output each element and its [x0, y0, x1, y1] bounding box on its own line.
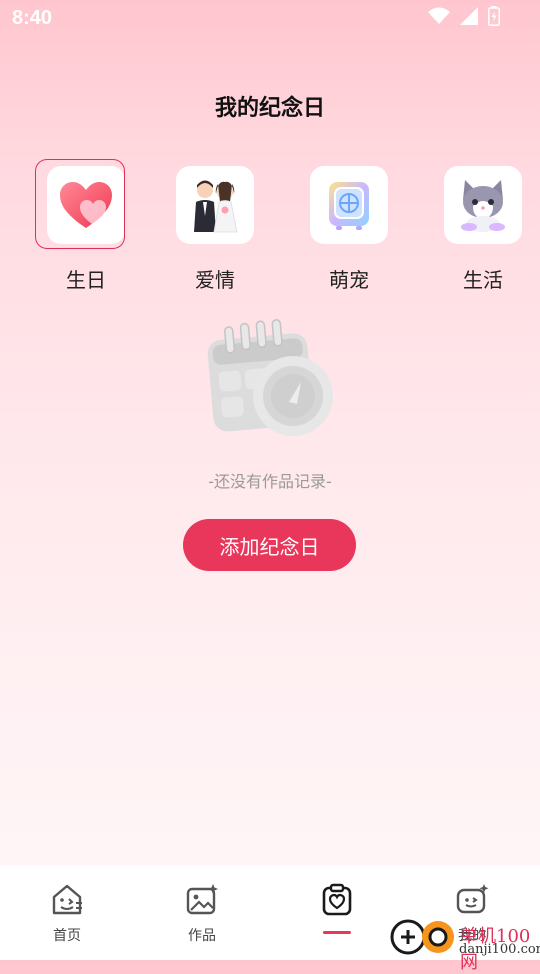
- category-icon-box: [310, 166, 388, 244]
- home-face-icon: [52, 884, 82, 915]
- tab-label: 作品: [188, 928, 216, 944]
- profile-face-icon: [456, 884, 489, 914]
- status-time: 8:40: [12, 7, 53, 29]
- active-tab-indicator: [323, 931, 351, 934]
- calendar-empty-icon: [207, 319, 333, 436]
- wedding-couple-icon: [194, 180, 238, 233]
- tab-home[interactable]: 首页: [17, 883, 117, 945]
- signal-icon: [460, 7, 478, 25]
- tab-label: 首页: [53, 928, 81, 944]
- watermark-url: danji100.com: [459, 942, 540, 957]
- category-icon-box: [176, 166, 254, 244]
- status-icons: [428, 6, 500, 26]
- tab-anniversary[interactable]: [287, 883, 387, 934]
- battery-icon: [488, 6, 500, 26]
- category-love[interactable]: 爱情: [165, 160, 265, 293]
- category-label: 生活: [463, 268, 503, 292]
- category-pet[interactable]: 萌宠: [299, 160, 399, 293]
- page-title: 我的纪念日: [214, 96, 325, 121]
- category-label: 萌宠: [329, 268, 369, 292]
- pet-carrier-icon: [329, 182, 369, 230]
- category-label: 爱情: [195, 268, 235, 292]
- anniversary-icon: [322, 883, 352, 916]
- cat-icon: [461, 180, 505, 232]
- category-label: 生日: [66, 268, 106, 292]
- tab-works[interactable]: 作品: [152, 883, 252, 945]
- add-anniversary-button[interactable]: 添加纪念日: [183, 519, 356, 571]
- category-birthday[interactable]: 生日: [35, 159, 136, 293]
- gallery-icon: [186, 884, 218, 915]
- selected-frame: [35, 159, 125, 249]
- category-icon-box: [444, 166, 522, 244]
- category-life[interactable]: 生活: [433, 160, 533, 293]
- empty-state-text: -还没有作品记录-: [208, 472, 332, 491]
- wifi-icon: [428, 7, 450, 24]
- status-bar: 8:40: [0, 0, 540, 38]
